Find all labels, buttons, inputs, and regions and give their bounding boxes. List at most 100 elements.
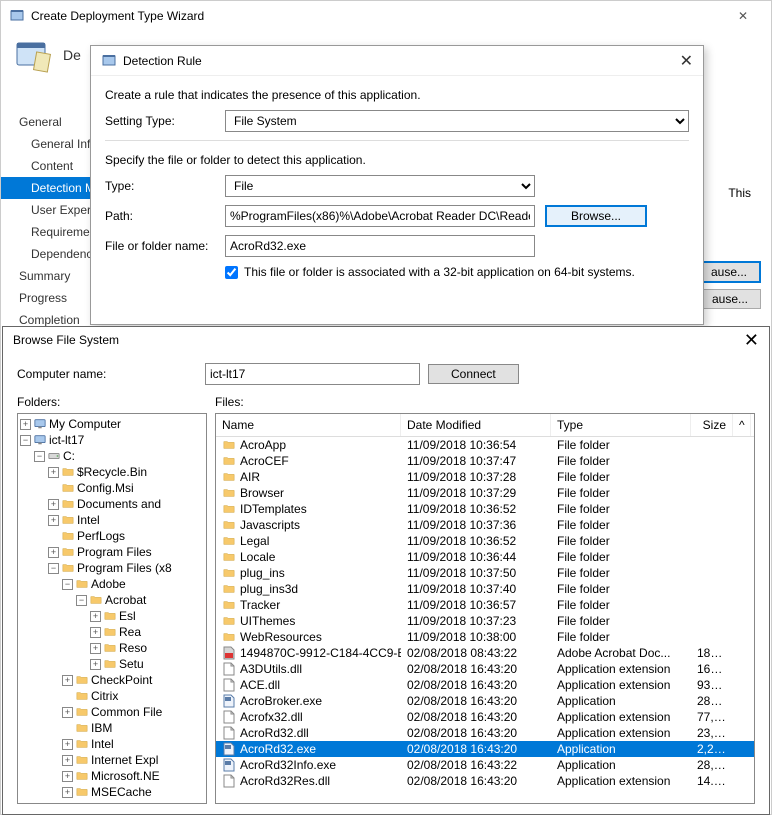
tree-node[interactable]: + $Recycle.Bin [20,464,204,480]
type-select[interactable]: File [225,175,535,197]
folder-tree[interactable]: +My Computer−ict-lt17−C:+$Recycle.BinCon… [17,413,207,804]
close-icon[interactable]: ✕ [723,9,763,23]
tree-node-label: Acrobat [105,593,146,607]
setting-type-select[interactable]: File System [225,110,689,132]
close-icon[interactable]: ✕ [744,330,759,351]
tree-node[interactable]: +Microsoft.NE [20,768,204,784]
file-date: 11/09/2018 10:36:57 [401,597,551,613]
expand-icon[interactable]: + [20,419,31,430]
file-row[interactable]: Legal11/09/2018 10:36:52File folder [216,533,754,549]
expand-icon[interactable]: + [90,627,101,638]
file-row[interactable]: AcroCEF11/09/2018 10:37:47File folder [216,453,754,469]
file-row[interactable]: IDTemplates11/09/2018 10:36:52File folde… [216,501,754,517]
tree-node[interactable]: −C: [20,448,204,464]
tree-node[interactable]: +Common File [20,704,204,720]
col-size[interactable]: Size [691,414,733,436]
tree-node-label: Esl [119,609,136,623]
tree-node[interactable]: +Rea [20,624,204,640]
file-type: File folder [551,613,691,629]
expand-icon[interactable]: + [62,675,73,686]
file-icon [222,662,236,676]
tree-node[interactable]: +Reso [20,640,204,656]
file-row[interactable]: A3DUtils.dll02/08/2018 16:43:20Applicati… [216,661,754,677]
tree-node[interactable]: Config.Msi [20,480,204,496]
collapse-icon[interactable]: − [34,451,45,462]
tree-node[interactable]: + Esl [20,608,204,624]
tree-node[interactable]: +Program Files [20,544,204,560]
file-date: 11/09/2018 10:37:50 [401,565,551,581]
expand-icon[interactable]: + [90,659,101,670]
computer-name-input[interactable] [205,363,420,385]
col-name[interactable]: Name [216,414,401,436]
expand-icon[interactable]: + [48,547,59,558]
file-row[interactable]: AcroRd32Info.exe02/08/2018 16:43:22Appli… [216,757,754,773]
tree-node[interactable]: − Acrobat [20,592,204,608]
expand-icon[interactable]: + [90,643,101,654]
file-row[interactable]: Locale11/09/2018 10:36:44File folder [216,549,754,565]
tree-node[interactable]: +Internet Expl [20,752,204,768]
file-row[interactable]: Javascripts11/09/2018 10:37:36File folde… [216,517,754,533]
expand-icon[interactable]: + [62,787,73,798]
type-label: Type: [105,179,225,193]
connect-button[interactable]: Connect [428,364,519,384]
file-list[interactable]: Name Date Modified Type Size ^ AcroApp11… [215,413,755,804]
col-type[interactable]: Type [551,414,691,436]
file-row[interactable]: plug_ins3d11/09/2018 10:37:40File folder [216,581,754,597]
collapse-icon[interactable]: − [76,595,87,606]
filename-input[interactable] [225,235,535,257]
tree-node[interactable]: +CheckPoint [20,672,204,688]
expand-icon[interactable]: + [48,515,59,526]
file-row[interactable]: AIR11/09/2018 10:37:28File folder [216,469,754,485]
collapse-icon[interactable]: − [48,563,59,574]
tree-node[interactable]: +Trend Micro [20,800,204,804]
tree-node[interactable]: +Intel [20,736,204,752]
collapse-icon[interactable]: − [62,579,73,590]
file-row[interactable]: AcroRd32.dll02/08/2018 16:43:20Applicati… [216,725,754,741]
tree-node[interactable]: +MSECache [20,784,204,800]
tree-node[interactable]: −Adobe [20,576,204,592]
tree-node[interactable]: PerfLogs [20,528,204,544]
clause-button-2[interactable]: ause... [699,289,761,309]
tree-node[interactable]: +Setu [20,656,204,672]
file-row[interactable]: ACE.dll02/08/2018 16:43:20Application ex… [216,677,754,693]
file-size: 931,... [691,677,733,693]
assoc-32bit-checkbox[interactable] [225,266,238,279]
expand-icon[interactable]: + [62,707,73,718]
file-row[interactable]: Tracker11/09/2018 10:36:57File folder [216,597,754,613]
file-row[interactable]: Browser11/09/2018 10:37:29File folder [216,485,754,501]
collapse-icon[interactable]: − [20,435,31,446]
expand-icon[interactable]: + [48,499,59,510]
expand-icon[interactable]: + [90,611,101,622]
browse-button[interactable]: Browse... [545,205,647,227]
expand-icon[interactable]: + [62,755,73,766]
tree-node[interactable]: Citrix [20,688,204,704]
file-type: File folder [551,565,691,581]
file-date: 02/08/2018 16:43:20 [401,709,551,725]
tree-node[interactable]: +Documents and [20,496,204,512]
file-row[interactable]: UIThemes11/09/2018 10:37:23File folder [216,613,754,629]
tree-node-label: ict-lt17 [49,433,84,447]
clause-button-1[interactable]: ause... [697,261,761,283]
file-row[interactable]: 1494870C-9912-C184-4CC9-B...02/08/2018 0… [216,645,754,661]
col-date[interactable]: Date Modified [401,414,551,436]
tree-node[interactable]: − ict-lt17 [20,432,204,448]
file-row[interactable]: WebResources11/09/2018 10:38:00File fold… [216,629,754,645]
file-row[interactable]: Acrofx32.dll02/08/2018 16:43:20Applicati… [216,709,754,725]
file-row[interactable]: plug_ins11/09/2018 10:37:50File folder [216,565,754,581]
tree-node[interactable]: −Program Files (x8 [20,560,204,576]
expand-icon[interactable]: + [48,467,59,478]
file-name: AcroRd32Res.dll [240,774,330,788]
tree-node[interactable]: IBM [20,720,204,736]
path-input[interactable] [225,205,535,227]
expand-icon[interactable]: + [62,739,73,750]
close-icon[interactable]: ✕ [680,51,693,71]
file-row[interactable]: AcroRd32.exe02/08/2018 16:43:20Applicati… [216,741,754,757]
tree-node-label: $Recycle.Bin [77,465,147,479]
expand-icon[interactable]: + [62,771,73,782]
file-row[interactable]: AcroBroker.exe02/08/2018 16:43:20Applica… [216,693,754,709]
tree-node[interactable]: +My Computer [20,416,204,432]
file-row[interactable]: AcroRd32Res.dll02/08/2018 16:43:20Applic… [216,773,754,789]
expand-icon[interactable]: + [62,803,73,805]
file-row[interactable]: AcroApp11/09/2018 10:36:54File folder [216,437,754,453]
tree-node[interactable]: +Intel [20,512,204,528]
